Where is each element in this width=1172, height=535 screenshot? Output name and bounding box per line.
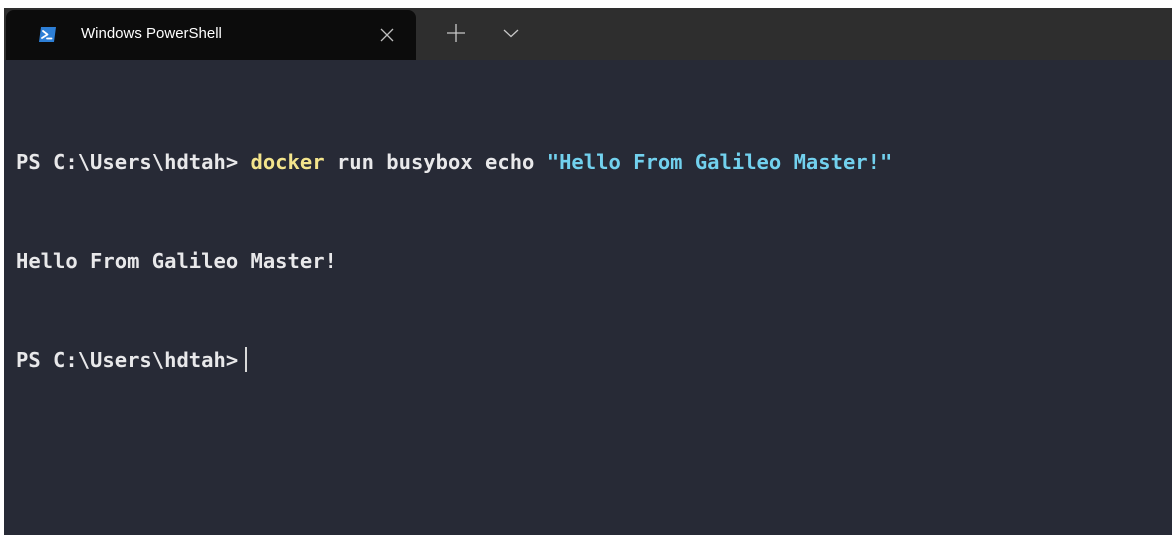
tab-bar: Windows PowerShell bbox=[4, 8, 1172, 60]
terminal-line-prompt: PS C:\Users\hdtah> bbox=[16, 344, 892, 377]
tab-title: Windows PowerShell bbox=[81, 25, 222, 42]
command-string-arg: "Hello From Galileo Master!" bbox=[546, 150, 893, 174]
prompt: PS C:\Users\hdtah> bbox=[16, 150, 251, 174]
command-name: docker bbox=[250, 150, 325, 174]
powershell-icon bbox=[39, 27, 56, 42]
close-icon[interactable] bbox=[378, 26, 396, 44]
tab-windows-powershell[interactable]: Windows PowerShell bbox=[6, 10, 416, 60]
terminal-line-command: PS C:\Users\hdtah> docker run busybox ec… bbox=[16, 146, 892, 179]
command-args: run busybox echo bbox=[324, 150, 547, 174]
terminal-lines: PS C:\Users\hdtah> docker run busybox ec… bbox=[16, 80, 892, 443]
command-output: Hello From Galileo Master! bbox=[16, 249, 337, 273]
plus-icon[interactable] bbox=[446, 23, 466, 43]
terminal-window: Windows PowerShell PS C:\Users\hdtah> do… bbox=[4, 8, 1172, 535]
chevron-down-icon[interactable] bbox=[502, 26, 520, 40]
text-cursor bbox=[245, 347, 247, 372]
terminal-line-output: Hello From Galileo Master! bbox=[16, 245, 892, 278]
terminal-content[interactable]: PS C:\Users\hdtah> docker run busybox ec… bbox=[4, 60, 1172, 535]
prompt: PS C:\Users\hdtah> bbox=[16, 348, 239, 372]
